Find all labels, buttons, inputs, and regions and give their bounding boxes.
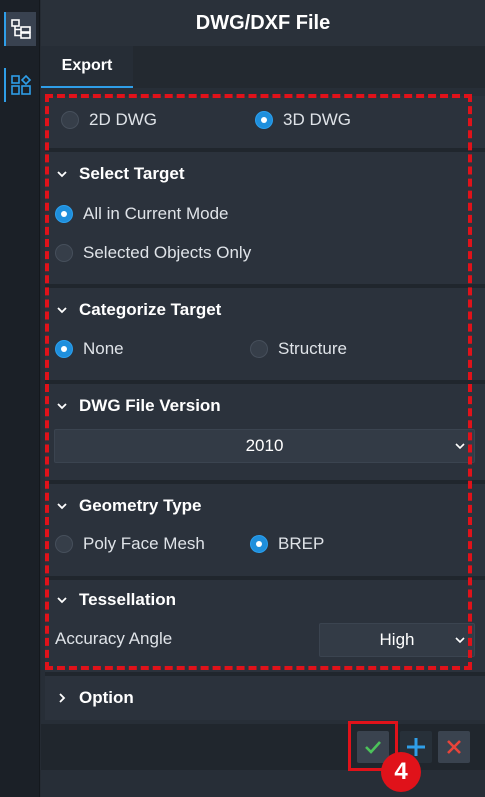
panel-title: DWG/DXF File xyxy=(41,0,485,46)
dwg-version-section: DWG File Version 2010 xyxy=(45,384,485,480)
radio-button[interactable] xyxy=(250,535,268,553)
cancel-button[interactable] xyxy=(438,731,470,763)
select-target-header[interactable]: Select Target xyxy=(55,164,185,184)
layout-icon xyxy=(11,74,32,95)
tree-view-icon xyxy=(11,19,31,39)
option-header[interactable]: Option xyxy=(55,688,134,708)
radio-label: None xyxy=(83,339,124,358)
radio-selected-objects[interactable]: Selected Objects Only xyxy=(55,243,251,263)
section-title: Categorize Target xyxy=(79,300,222,319)
export-type-section: 2D DWG 3D DWG xyxy=(45,96,485,148)
radio-brep[interactable]: BREP xyxy=(250,534,324,554)
left-toolbar xyxy=(0,0,40,797)
radio-label: Selected Objects Only xyxy=(83,243,252,262)
dropdown-value: 2010 xyxy=(245,436,284,455)
chevron-right-icon xyxy=(59,693,66,703)
categorize-target-header[interactable]: Categorize Target xyxy=(55,300,221,320)
radio-label: 2D DWG xyxy=(89,110,157,129)
select-target-section: Select Target All in Current Mode Select… xyxy=(45,152,485,284)
dwg-version-dropdown[interactable]: 2010 xyxy=(54,429,475,463)
app-window: DWG/DXF File Export 2D DWG 3D DWG Select… xyxy=(0,0,485,797)
chevron-down-icon xyxy=(57,597,67,604)
section-title: Tessellation xyxy=(79,590,176,609)
section-title: Select Target xyxy=(79,164,185,183)
close-icon xyxy=(447,740,461,754)
radio-button[interactable] xyxy=(55,244,73,262)
accuracy-angle-label: Accuracy Angle xyxy=(55,629,173,648)
radio-poly-face-mesh[interactable]: Poly Face Mesh xyxy=(55,534,205,554)
chevron-down-icon xyxy=(57,307,67,314)
chevron-down-icon xyxy=(455,443,465,450)
accuracy-angle-dropdown[interactable]: High xyxy=(319,623,475,657)
geometry-type-header[interactable]: Geometry Type xyxy=(55,496,202,516)
section-title: Option xyxy=(79,688,134,707)
dropdown-value: High xyxy=(379,630,415,649)
radio-label: All in Current Mode xyxy=(83,204,229,223)
radio-button[interactable] xyxy=(250,340,268,358)
chevron-down-icon xyxy=(57,403,67,410)
radio-button[interactable] xyxy=(255,111,273,129)
tab-bar: Export xyxy=(41,46,485,88)
section-title: Geometry Type xyxy=(79,496,202,515)
tree-view-button[interactable] xyxy=(4,12,36,46)
section-title: DWG File Version xyxy=(79,396,221,415)
radio-3d-dwg[interactable]: 3D DWG xyxy=(255,110,351,130)
chevron-down-icon xyxy=(455,637,465,644)
radio-button[interactable] xyxy=(55,535,73,553)
dwg-version-header[interactable]: DWG File Version xyxy=(55,396,221,416)
tessellation-header[interactable]: Tessellation xyxy=(55,590,176,610)
layout-button[interactable] xyxy=(4,68,36,102)
radio-structure[interactable]: Structure xyxy=(250,339,347,359)
dwg-dxf-panel: DWG/DXF File Export 2D DWG 3D DWG Select… xyxy=(41,0,485,797)
option-section: Option xyxy=(45,676,485,720)
radio-none[interactable]: None xyxy=(55,339,124,359)
tab-export[interactable]: Export xyxy=(41,46,133,88)
chevron-down-icon xyxy=(57,503,67,510)
radio-button[interactable] xyxy=(55,340,73,358)
radio-2d-dwg[interactable]: 2D DWG xyxy=(61,110,157,130)
radio-label: Structure xyxy=(278,339,347,358)
radio-label: Poly Face Mesh xyxy=(83,534,205,553)
radio-button[interactable] xyxy=(61,111,79,129)
radio-label: BREP xyxy=(278,534,325,553)
radio-button[interactable] xyxy=(55,205,73,223)
chevron-down-icon xyxy=(57,171,67,178)
step-badge: 4 xyxy=(381,752,421,792)
geometry-type-section: Geometry Type Poly Face Mesh BREP xyxy=(45,484,485,576)
radio-all-current-mode[interactable]: All in Current Mode xyxy=(55,204,229,224)
tessellation-section: Tessellation Accuracy Angle High xyxy=(45,580,485,672)
radio-label: 3D DWG xyxy=(283,110,351,129)
categorize-target-section: Categorize Target None Structure xyxy=(45,288,485,380)
